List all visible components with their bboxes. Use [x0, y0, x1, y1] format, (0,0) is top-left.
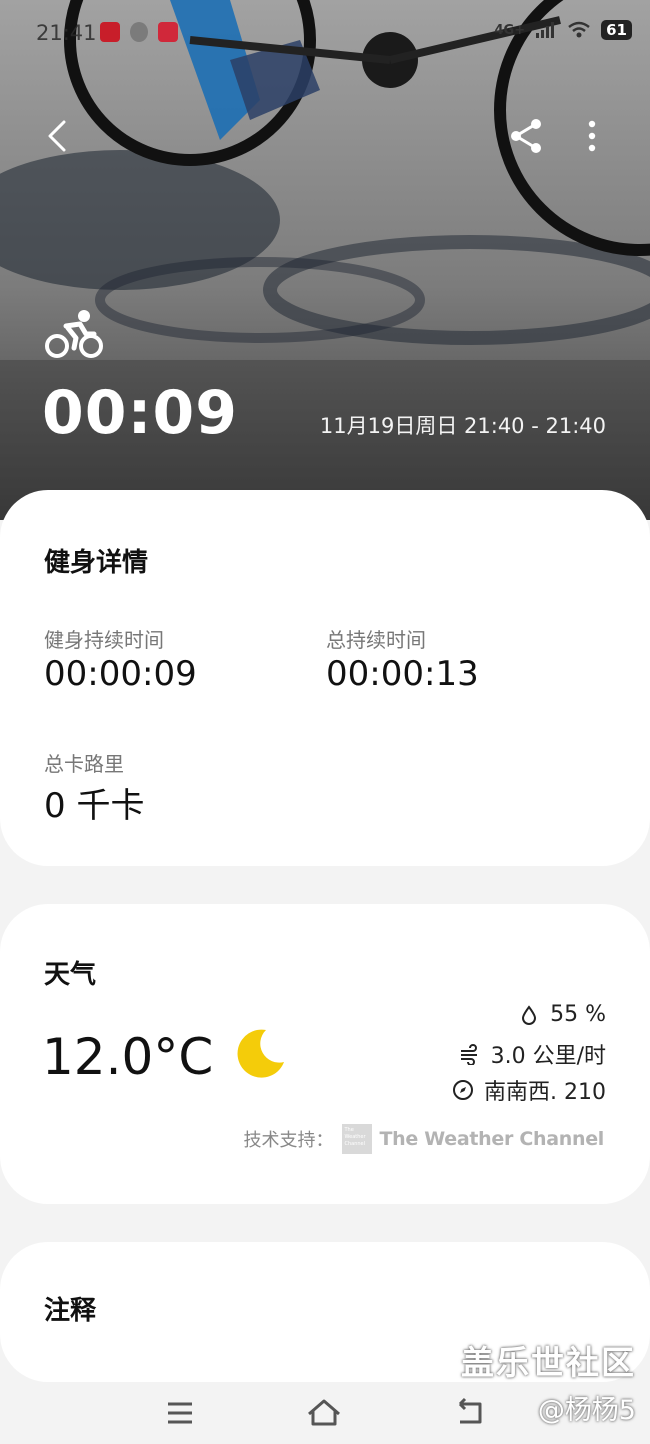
back-return-icon — [458, 1397, 482, 1424]
share-button[interactable] — [502, 112, 550, 160]
wind-direction-value: 南南西. 210 — [484, 1080, 606, 1105]
workout-duration-value: 00:00:09 — [44, 654, 197, 694]
wind-speed-value: 3.0 公里/时 — [490, 1044, 606, 1069]
workout-date-range: 11月19日周日 21:40 - 21:40 — [319, 414, 606, 438]
back-button[interactable] — [36, 112, 84, 160]
total-calories-label: 总卡路里 — [44, 752, 124, 776]
watermark-site: 盖乐世社区 — [461, 1343, 636, 1382]
workout-duration-label: 健身持续时间 — [44, 628, 164, 652]
share-icon — [511, 119, 541, 153]
recent-apps-button[interactable] — [156, 1390, 204, 1436]
workout-details-title: 健身详情 — [44, 548, 149, 578]
network-label: 4G+ — [494, 22, 526, 38]
app-notification-icon — [130, 22, 148, 42]
signal-icon — [536, 22, 555, 38]
crescent-moon-icon — [237, 1029, 284, 1078]
app-notification-icon — [100, 22, 120, 42]
status-bar: 21:41 4G+ 61 — [0, 0, 650, 64]
app-notification-icon — [158, 22, 178, 42]
watermark-user: @杨杨5 — [537, 1395, 636, 1426]
wind-speed-row: 3.0 公里/时 — [459, 1038, 606, 1070]
credit-label: 技术支持： — [243, 1130, 334, 1151]
home-button[interactable] — [300, 1390, 348, 1436]
workout-duration: 00:09 — [42, 378, 238, 448]
workout-detail-screen: 21:41 4G+ 61 00:09 11月19日周日 21:40 - 21:4… — [0, 0, 650, 1444]
wind-icon — [460, 1044, 477, 1065]
notes-title: 注释 — [44, 1296, 97, 1326]
system-back-button[interactable] — [446, 1390, 494, 1436]
more-vertical-icon — [588, 120, 596, 152]
wind-direction-row: 南南西. 210 — [452, 1074, 606, 1106]
weather-provider-name: The Weather Channel — [379, 1128, 605, 1150]
workout-details-card: 健身详情 健身持续时间 00:00:09 总持续时间 00:00:13 总卡路里… — [0, 490, 650, 866]
home-icon — [308, 1399, 340, 1426]
humidity-row: 55 % — [518, 1002, 606, 1027]
notification-icons — [100, 22, 178, 42]
system-status-icons: 4G+ 61 — [495, 20, 632, 40]
menu-lines-icon — [168, 1402, 192, 1424]
weather-title: 天气 — [44, 960, 97, 990]
chevron-left-icon — [48, 120, 66, 152]
total-duration-label: 总持续时间 — [326, 628, 426, 652]
cycling-icon — [45, 310, 103, 358]
total-calories-value: 0 千卡 — [44, 786, 145, 826]
wifi-icon — [568, 21, 590, 38]
humidity-value: 55 % — [550, 1002, 606, 1027]
temperature-value: 12.0°C — [42, 1028, 214, 1086]
compass-icon — [453, 1080, 474, 1100]
status-time: 21:41 — [36, 21, 97, 45]
more-options-button[interactable] — [568, 112, 616, 160]
weather-card: 天气 12.0°C 55 % 3.0 公里/时 南南西. 210 技术支持： T… — [0, 904, 650, 1204]
weather-credit: 技术支持： The Weather Channel The Weather Chan… — [243, 1124, 605, 1154]
hero-banner: 21:41 4G+ 61 00:09 11月19日周日 21:40 - 21:4… — [0, 0, 650, 520]
water-drop-icon — [522, 1004, 537, 1025]
weather-channel-logo: The Weather Channel — [341, 1124, 372, 1154]
battery-level: 61 — [601, 20, 632, 40]
total-duration-value: 00:00:13 — [326, 654, 479, 694]
